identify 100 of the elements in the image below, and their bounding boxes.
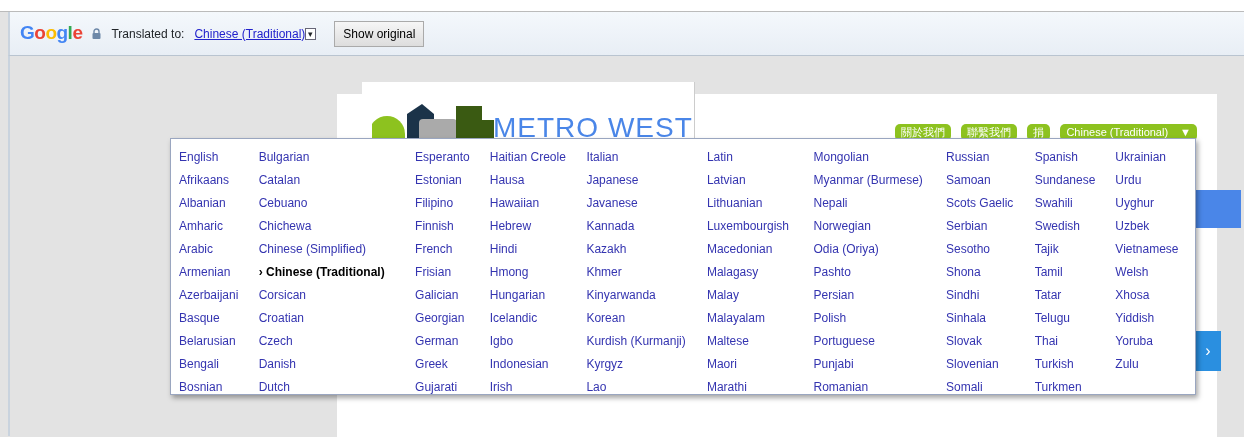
language-option[interactable]: Samoan xyxy=(946,169,1035,192)
language-option[interactable]: Nepali xyxy=(813,192,946,215)
language-option[interactable]: Afrikaans xyxy=(179,169,259,192)
language-option[interactable]: Norwegian xyxy=(813,215,946,238)
language-option[interactable]: Basque xyxy=(179,307,259,330)
language-option[interactable]: Uzbek xyxy=(1115,215,1196,238)
language-option[interactable]: Hausa xyxy=(489,169,587,192)
language-option[interactable]: Azerbaijani xyxy=(179,284,259,307)
language-option[interactable]: Armenian xyxy=(179,261,259,284)
language-option[interactable]: Dutch xyxy=(258,376,416,399)
language-option[interactable]: Persian xyxy=(813,284,946,307)
language-option[interactable]: Finnish xyxy=(415,215,490,238)
language-option[interactable]: Icelandic xyxy=(489,307,587,330)
language-option[interactable]: Sesotho xyxy=(946,238,1035,261)
language-option[interactable]: Lao xyxy=(586,376,707,399)
language-option[interactable]: Czech xyxy=(258,330,416,353)
language-option[interactable]: Shona xyxy=(946,261,1035,284)
language-option[interactable]: Igbo xyxy=(489,330,587,353)
language-option[interactable]: Bosnian xyxy=(179,376,259,399)
language-option[interactable]: Uyghur xyxy=(1115,192,1196,215)
language-option[interactable]: German xyxy=(415,330,490,353)
language-option[interactable]: Thai xyxy=(1034,330,1116,353)
language-option[interactable]: Gujarati xyxy=(415,376,490,399)
language-option[interactable]: Hindi xyxy=(489,238,587,261)
language-option[interactable]: Croatian xyxy=(258,307,416,330)
language-option[interactable]: Latvian xyxy=(706,169,814,192)
language-option[interactable]: Korean xyxy=(586,307,707,330)
language-option[interactable]: Sindhi xyxy=(946,284,1035,307)
language-option[interactable]: Sundanese xyxy=(1034,169,1116,192)
language-option[interactable]: Tamil xyxy=(1034,261,1116,284)
language-option[interactable]: Polish xyxy=(813,307,946,330)
show-original-button[interactable]: Show original xyxy=(334,20,425,47)
language-link[interactable]: Chinese (Traditional) xyxy=(194,24,306,43)
language-option[interactable]: Hawaiian xyxy=(489,192,587,215)
language-option[interactable]: Amharic xyxy=(179,215,259,238)
language-option[interactable]: Georgian xyxy=(415,307,490,330)
language-option[interactable]: Yiddish xyxy=(1115,307,1196,330)
language-option[interactable]: Latin xyxy=(706,146,814,169)
language-option[interactable]: Maori xyxy=(706,353,814,376)
language-option[interactable]: Vietnamese xyxy=(1115,238,1196,261)
language-option[interactable]: French xyxy=(415,238,490,261)
language-option[interactable]: Sinhala xyxy=(946,307,1035,330)
language-option[interactable]: Turkmen xyxy=(1034,376,1116,399)
language-option[interactable]: Kazakh xyxy=(586,238,707,261)
language-option[interactable]: Irish xyxy=(489,376,587,399)
language-option[interactable]: › Chinese (Traditional) xyxy=(258,261,416,284)
language-option[interactable]: Malay xyxy=(706,284,814,307)
language-option[interactable]: Catalan xyxy=(258,169,416,192)
language-option[interactable]: Tajik xyxy=(1034,238,1116,261)
language-option[interactable]: Somali xyxy=(946,376,1035,399)
language-option[interactable]: Welsh xyxy=(1115,261,1196,284)
language-option[interactable]: Bulgarian xyxy=(258,146,416,169)
language-option[interactable]: Esperanto xyxy=(415,146,490,169)
language-option[interactable]: Kyrgyz xyxy=(586,353,707,376)
language-option[interactable]: Hebrew xyxy=(489,215,587,238)
language-option[interactable]: Zulu xyxy=(1115,353,1196,376)
language-option[interactable]: Slovak xyxy=(946,330,1035,353)
language-option[interactable]: Macedonian xyxy=(706,238,814,261)
language-option[interactable]: Kurdish (Kurmanji) xyxy=(586,330,707,353)
language-option[interactable]: Kannada xyxy=(586,215,707,238)
language-option[interactable]: Scots Gaelic xyxy=(946,192,1035,215)
language-option[interactable]: Hmong xyxy=(489,261,587,284)
language-option[interactable]: Myanmar (Burmese) xyxy=(813,169,946,192)
dropdown-toggle[interactable]: ▾ xyxy=(305,27,317,40)
language-option[interactable]: Malagasy xyxy=(706,261,814,284)
language-option[interactable]: Chichewa xyxy=(258,215,416,238)
language-option[interactable]: Odia (Oriya) xyxy=(813,238,946,261)
language-option[interactable]: Galician xyxy=(415,284,490,307)
language-option[interactable]: Estonian xyxy=(415,169,490,192)
language-option[interactable]: Japanese xyxy=(586,169,707,192)
language-option[interactable]: Romanian xyxy=(813,376,946,399)
language-option[interactable]: Tatar xyxy=(1034,284,1116,307)
language-option[interactable]: Malayalam xyxy=(706,307,814,330)
language-option[interactable]: Hungarian xyxy=(489,284,587,307)
language-option[interactable]: Luxembourgish xyxy=(706,215,814,238)
language-option[interactable]: Corsican xyxy=(258,284,416,307)
language-option[interactable]: Filipino xyxy=(415,192,490,215)
language-option[interactable]: Marathi xyxy=(706,376,814,399)
language-option[interactable]: Italian xyxy=(586,146,707,169)
language-option[interactable]: Russian xyxy=(946,146,1035,169)
language-option[interactable]: Pashto xyxy=(813,261,946,284)
language-option[interactable]: Cebuano xyxy=(258,192,416,215)
language-option[interactable]: English xyxy=(179,146,259,169)
language-option[interactable]: Swedish xyxy=(1034,215,1116,238)
language-option[interactable]: Turkish xyxy=(1034,353,1116,376)
language-option[interactable]: Urdu xyxy=(1115,169,1196,192)
language-option[interactable]: Chinese (Simplified) xyxy=(258,238,416,261)
language-option[interactable]: Khmer xyxy=(586,261,707,284)
language-option[interactable]: Lithuanian xyxy=(706,192,814,215)
language-option[interactable]: Kinyarwanda xyxy=(586,284,707,307)
language-option[interactable]: Portuguese xyxy=(813,330,946,353)
language-option[interactable]: Telugu xyxy=(1034,307,1116,330)
language-option[interactable]: Albanian xyxy=(179,192,259,215)
language-option[interactable]: Indonesian xyxy=(489,353,587,376)
language-option[interactable]: Bengali xyxy=(179,353,259,376)
language-option[interactable]: Serbian xyxy=(946,215,1035,238)
language-option[interactable]: Haitian Creole xyxy=(489,146,587,169)
language-option[interactable]: Swahili xyxy=(1034,192,1116,215)
language-option[interactable]: Punjabi xyxy=(813,353,946,376)
language-option[interactable]: Javanese xyxy=(586,192,707,215)
